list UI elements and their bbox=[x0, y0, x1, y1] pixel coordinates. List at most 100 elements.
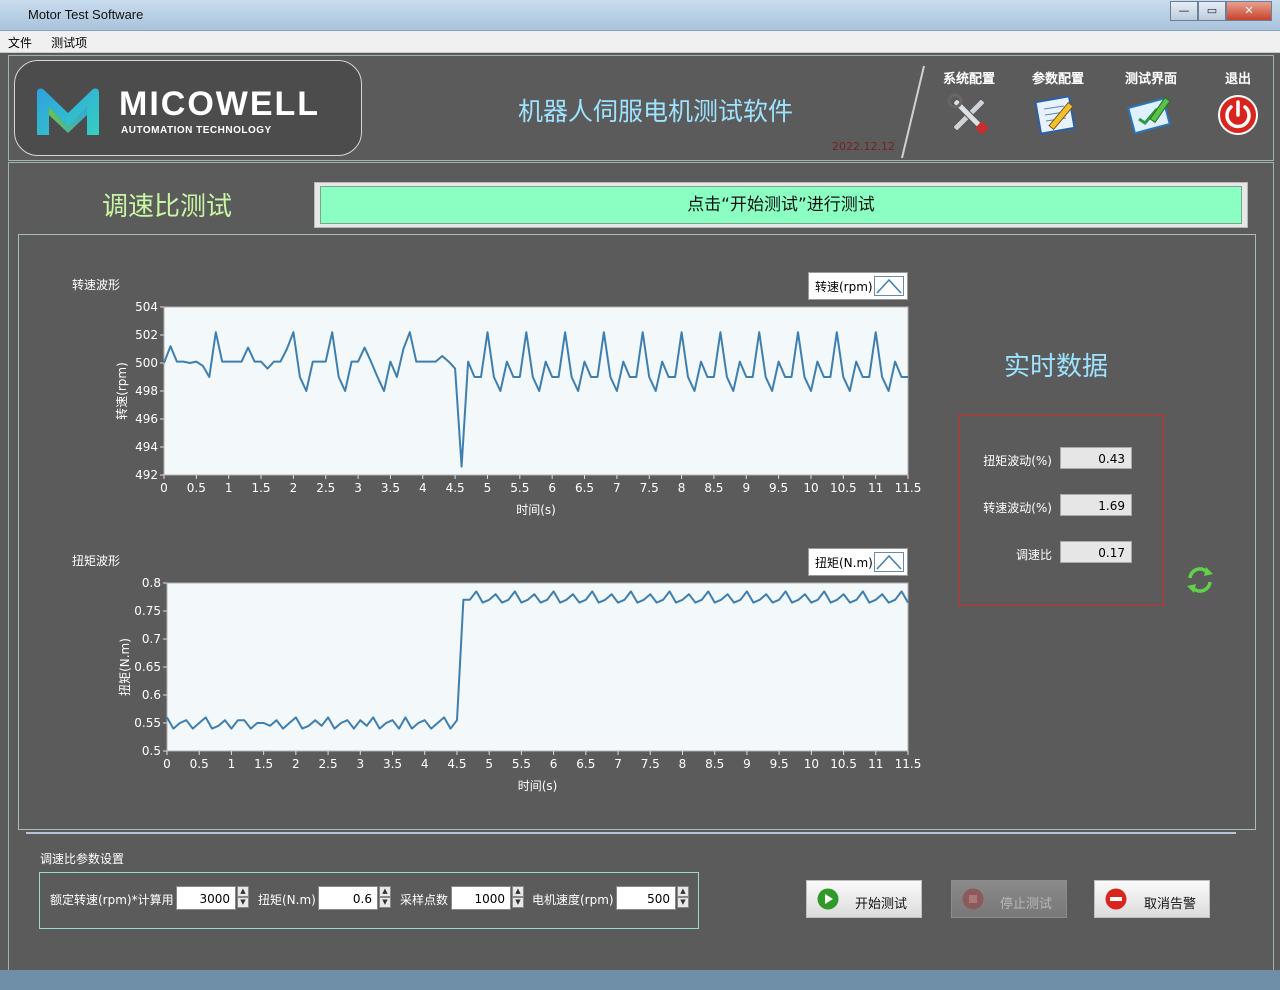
taskbar bbox=[0, 970, 1280, 990]
speed-fluctuation-row: 转速波动(%) 1.69 bbox=[968, 494, 1132, 518]
torque-stepper[interactable]: ▲ ▼ bbox=[379, 886, 391, 910]
motor-speed-stepper[interactable]: ▲ ▼ bbox=[677, 886, 689, 910]
speed-x-tick-label: 3 bbox=[354, 481, 362, 495]
speed-x-tick-label: 8.5 bbox=[704, 481, 723, 495]
torque-y-tick-label: 0.75 bbox=[134, 604, 161, 618]
torque-x-tick-label: 2.5 bbox=[319, 757, 338, 771]
torque-label: 扭矩(N.m) bbox=[258, 893, 316, 907]
speed-x-axis-label: 时间(s) bbox=[516, 503, 556, 517]
cancel-alarm-button[interactable]: 取消告警 bbox=[1094, 880, 1210, 918]
speed-x-tick-label: 11.5 bbox=[895, 481, 922, 495]
speed-x-tick-label: 1 bbox=[225, 481, 233, 495]
speed-x-tick-label: 6 bbox=[548, 481, 556, 495]
torque-y-tick-label: 0.65 bbox=[134, 660, 161, 674]
speed-plot-background bbox=[163, 306, 909, 476]
speed-x-tick-label: 9 bbox=[742, 481, 750, 495]
torque-x-tick-label: 2 bbox=[292, 757, 300, 771]
rated-speed-label: 额定转速(rpm)*计算用 bbox=[50, 893, 174, 907]
torque-x-tick-label: 0.5 bbox=[190, 757, 209, 771]
speed-x-tick-label: 0.5 bbox=[187, 481, 206, 495]
speed-x-tick-label: 0 bbox=[160, 481, 168, 495]
speed-x-tick-label: 5 bbox=[484, 481, 492, 495]
speed-y-tick-label: 492 bbox=[135, 468, 158, 482]
torque-x-tick-label: 9 bbox=[743, 757, 751, 771]
cancel-alarm-label: 取消告警 bbox=[1144, 897, 1197, 912]
start-test-button[interactable]: 开始测试 bbox=[806, 880, 922, 918]
torque-x-tick-label: 7.5 bbox=[641, 757, 660, 771]
speed-x-tick-label: 7 bbox=[613, 481, 621, 495]
torque-x-tick-label: 7 bbox=[614, 757, 622, 771]
rated-speed-stepper[interactable]: ▲ ▼ bbox=[237, 886, 249, 910]
torque-y-axis-label: 扭矩(N.m) bbox=[118, 638, 132, 696]
speed-x-tick-label: 8 bbox=[678, 481, 686, 495]
speed-x-tick-label: 11 bbox=[868, 481, 883, 495]
realtime-title: 实时数据 bbox=[1004, 352, 1109, 382]
speed-ratio-row: 调速比 0.17 bbox=[968, 541, 1132, 565]
torque-x-tick-label: 8 bbox=[679, 757, 687, 771]
motor-speed-input[interactable]: 500 bbox=[616, 886, 676, 910]
torque-fluctuation-row: 扭矩波动(%) 0.43 bbox=[968, 447, 1132, 471]
speed-x-tick-label: 6.5 bbox=[575, 481, 594, 495]
stop-icon bbox=[962, 888, 984, 910]
play-icon bbox=[817, 888, 839, 910]
params-title: 调速比参数设置 bbox=[40, 852, 125, 866]
torque-x-tick-label: 10 bbox=[804, 757, 819, 771]
speed-x-tick-label: 1.5 bbox=[251, 481, 270, 495]
torque-fluctuation-value: 0.43 bbox=[1060, 447, 1132, 469]
torque-x-tick-label: 4.5 bbox=[447, 757, 466, 771]
torque-x-tick-label: 1.5 bbox=[254, 757, 273, 771]
torque-x-tick-label: 4 bbox=[421, 757, 429, 771]
speed-fluctuation-label: 转速波动(%) bbox=[983, 501, 1052, 515]
speed-y-tick-label: 500 bbox=[135, 356, 158, 370]
rated-speed-input[interactable]: 3000 bbox=[176, 886, 236, 910]
torque-plot-background bbox=[166, 582, 909, 752]
torque-x-axis-label: 时间(s) bbox=[518, 779, 558, 793]
speed-y-tick-label: 498 bbox=[135, 384, 158, 398]
speed-y-tick-label: 494 bbox=[135, 440, 158, 454]
refresh-icon[interactable] bbox=[1184, 564, 1216, 596]
stop-test-label: 停止测试 bbox=[1000, 897, 1053, 912]
speed-x-tick-label: 4.5 bbox=[446, 481, 465, 495]
speed-ratio-label: 调速比 bbox=[1015, 548, 1052, 562]
speed-x-tick-label: 9.5 bbox=[769, 481, 788, 495]
torque-fluctuation-label: 扭矩波动(%) bbox=[983, 454, 1052, 468]
torque-x-tick-label: 3.5 bbox=[383, 757, 402, 771]
torque-input[interactable]: 0.6 bbox=[318, 886, 378, 910]
speed-y-tick-label: 504 bbox=[135, 300, 158, 314]
torque-x-tick-label: 8.5 bbox=[705, 757, 724, 771]
torque-y-tick-label: 0.55 bbox=[134, 716, 161, 730]
section-separator bbox=[26, 832, 1236, 834]
torque-y-tick-label: 0.5 bbox=[142, 744, 161, 758]
speed-y-tick-label: 502 bbox=[135, 328, 158, 342]
cancel-alarm-icon bbox=[1105, 888, 1127, 910]
torque-y-tick-label: 0.8 bbox=[142, 576, 161, 590]
speed-x-tick-label: 7.5 bbox=[640, 481, 659, 495]
speed-x-tick-label: 2 bbox=[290, 481, 298, 495]
app-window: Motor Test Software — ▭ ✕ 文件 测试项 MICOWEL… bbox=[0, 0, 1280, 990]
speed-x-tick-label: 5.5 bbox=[510, 481, 529, 495]
speed-ratio-value: 0.17 bbox=[1060, 541, 1132, 563]
torque-x-tick-label: 10.5 bbox=[830, 757, 857, 771]
torque-y-tick-label: 0.7 bbox=[142, 632, 161, 646]
speed-x-tick-label: 2.5 bbox=[316, 481, 335, 495]
sample-points-input[interactable]: 1000 bbox=[451, 886, 511, 910]
sample-points-stepper[interactable]: ▲ ▼ bbox=[512, 886, 524, 910]
torque-x-tick-label: 3 bbox=[356, 757, 364, 771]
speed-x-tick-label: 4 bbox=[419, 481, 427, 495]
torque-y-tick-label: 0.6 bbox=[142, 688, 161, 702]
torque-x-tick-label: 5 bbox=[485, 757, 493, 771]
torque-x-tick-label: 1 bbox=[228, 757, 236, 771]
start-test-label: 开始测试 bbox=[855, 897, 908, 912]
stop-test-button[interactable]: 停止测试 bbox=[951, 880, 1067, 918]
speed-x-tick-label: 10 bbox=[803, 481, 818, 495]
speed-y-tick-label: 496 bbox=[135, 412, 158, 426]
torque-x-tick-label: 9.5 bbox=[770, 757, 789, 771]
motor-speed-label: 电机速度(rpm) bbox=[532, 893, 614, 907]
speed-x-tick-label: 3.5 bbox=[381, 481, 400, 495]
torque-x-tick-label: 6.5 bbox=[576, 757, 595, 771]
sample-points-label: 采样点数 bbox=[400, 893, 449, 907]
torque-x-tick-label: 0 bbox=[163, 757, 171, 771]
speed-x-tick-label: 10.5 bbox=[830, 481, 857, 495]
speed-fluctuation-value: 1.69 bbox=[1060, 494, 1132, 516]
torque-x-tick-label: 5.5 bbox=[512, 757, 531, 771]
